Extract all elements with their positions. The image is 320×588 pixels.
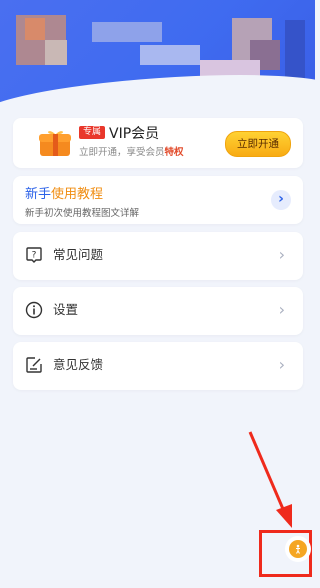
- vip-subtitle-text: 立即开通，享受会员: [79, 147, 165, 158]
- person-icon: [296, 544, 300, 554]
- tutorial-title-part2: 使用教程: [51, 187, 104, 202]
- open-vip-button[interactable]: 立即开通: [225, 131, 291, 157]
- svg-text:?: ?: [32, 251, 37, 261]
- floating-assist-button[interactable]: [289, 540, 307, 558]
- blurred-pixel: [25, 18, 45, 40]
- gift-box-icon: [39, 131, 71, 156]
- blurred-pixel: [92, 22, 162, 42]
- chevron-right-icon: ›: [278, 355, 285, 374]
- vip-title: VIP会员: [109, 126, 160, 142]
- header-wave: [0, 65, 315, 110]
- vip-subtitle: 立即开通，享受会员特权: [79, 144, 184, 158]
- profile-header: [0, 0, 315, 110]
- tutorial-subtitle: 新手初次使用教程图文详解: [25, 208, 140, 219]
- menu-item-settings[interactable]: 设置 ›: [13, 287, 303, 335]
- blurred-pixel: [285, 20, 305, 80]
- info-icon: [25, 301, 43, 319]
- vip-card[interactable]: 专属 VIP会员 立即开通，享受会员特权 立即开通: [13, 118, 303, 168]
- menu-label: 意见反馈: [53, 357, 104, 372]
- tutorial-title-part1: 新手: [25, 187, 52, 202]
- menu-item-feedback[interactable]: 意见反馈 ›: [13, 342, 303, 390]
- chevron-right-icon: ›: [278, 245, 285, 264]
- help-icon: ?: [26, 247, 42, 263]
- chevron-right-icon[interactable]: ›: [271, 190, 291, 210]
- feedback-icon: [26, 357, 42, 373]
- tutorial-card[interactable]: 新手使用教程 新手初次使用教程图文详解 ›: [13, 176, 303, 224]
- exclusive-badge: 专属: [79, 126, 106, 139]
- menu-item-faq[interactable]: ? 常见问题 ›: [13, 232, 303, 280]
- annotation-arrow: [248, 431, 292, 528]
- menu-label: 常见问题: [53, 247, 104, 262]
- menu-label: 设置: [53, 302, 79, 317]
- tutorial-title: 新手使用教程: [25, 183, 103, 202]
- vip-subtitle-highlight: 特权: [164, 147, 184, 158]
- chevron-right-icon: ›: [278, 300, 285, 319]
- blurred-pixel: [140, 45, 200, 65]
- blurred-pixel: [45, 40, 67, 65]
